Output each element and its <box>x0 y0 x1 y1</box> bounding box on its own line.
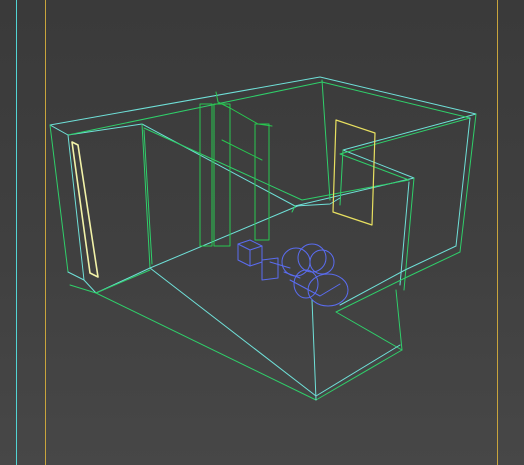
safe-frame-guides <box>16 0 498 465</box>
window-panel-right[interactable] <box>332 119 376 226</box>
door-frame[interactable] <box>199 91 273 247</box>
light-helper[interactable] <box>237 239 349 307</box>
wall-top-rim <box>49 76 477 207</box>
viewport-3d[interactable] <box>0 0 524 465</box>
room-shell[interactable] <box>49 76 477 401</box>
